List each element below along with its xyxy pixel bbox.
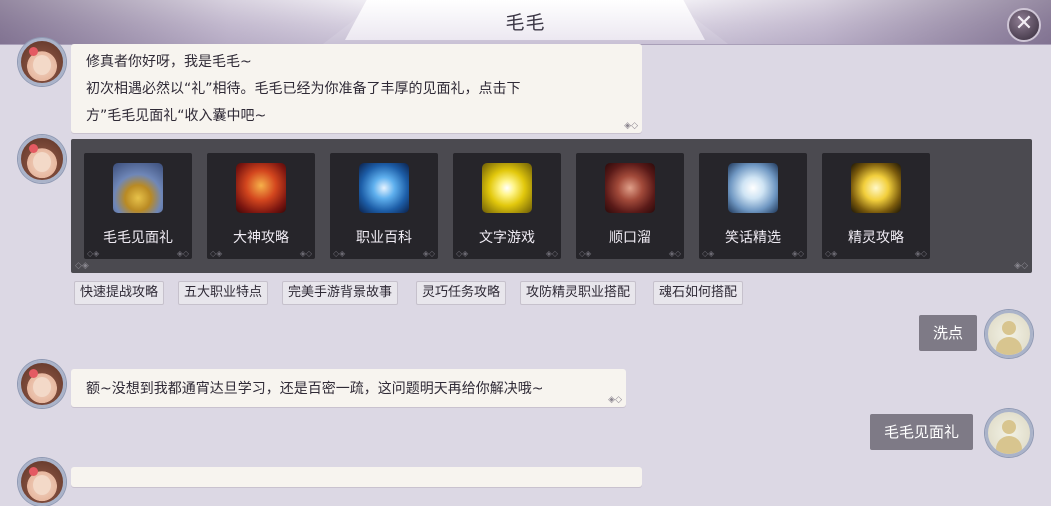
quick-chip[interactable]: 五大职业特点 — [178, 281, 269, 305]
greeting-line-1: 修真者你好呀，我是毛毛~ — [86, 54, 252, 70]
reply-text: 额~没想到我都通宵达旦学习，还是百密一疏，这问题明天再给你解决哦~ — [86, 381, 544, 397]
dialog-header: 毛毛 — [0, 0, 1051, 45]
blue-wing-icon — [359, 163, 409, 213]
tile-label: 职业百科 — [356, 230, 412, 246]
user-message-bubble: 毛毛见面礼 — [870, 414, 974, 450]
greeting-line-3: 方”毛毛见面礼“收入囊中吧~ — [86, 108, 267, 124]
npc-reply-bubble: 额~没想到我都通宵达旦学习，还是百密一疏，这问题明天再给你解决哦~ ◈◇ — [71, 369, 626, 407]
greeting-line-2: 初次相遇必然以“礼”相待。毛毛已经为你准备了丰厚的见面礼，点击下 — [86, 81, 521, 97]
user-avatar — [985, 409, 1033, 457]
npc-avatar — [18, 135, 66, 183]
tile-master-guide[interactable]: 大神攻略 ◇◈ ◈◇ — [207, 153, 315, 259]
user-message-bubble: 洗点 — [919, 315, 978, 351]
white-phoenix-icon — [728, 163, 778, 213]
quick-chip[interactable]: 灵巧任务攻略 — [416, 281, 507, 305]
tile-class-wiki[interactable]: 职业百科 ◇◈ ◈◇ — [330, 153, 438, 259]
tile-label: 顺口溜 — [609, 230, 651, 246]
bubble-corner-ornament: ◈◇ — [624, 121, 638, 131]
dialog-title: 毛毛 — [505, 12, 546, 34]
tile-spirit-guide[interactable]: 精灵攻略 ◇◈ ◈◇ — [822, 153, 930, 259]
npc-avatar — [18, 38, 66, 86]
tile-label: 笑话精选 — [725, 230, 781, 246]
tile-label: 毛毛见面礼 — [103, 230, 173, 246]
tile-label: 文字游戏 — [479, 230, 535, 246]
tile-rhymes[interactable]: 顺口溜 ◇◈ ◈◇ — [576, 153, 684, 259]
bubble-corner-ornament: ◈◇ — [608, 395, 622, 405]
npc-partial-bubble — [71, 467, 642, 487]
golden-spirit-icon — [851, 163, 901, 213]
close-button[interactable]: ✕ — [1007, 8, 1041, 42]
quick-chip[interactable]: 快速提战攻略 — [74, 281, 165, 305]
tile-welcome-gift[interactable]: 毛毛见面礼 ◇◈ ◈◇ — [84, 153, 192, 259]
fire-figure-icon — [236, 163, 286, 213]
quick-chip[interactable]: 攻防精灵职业搭配 — [520, 281, 637, 305]
quick-chip[interactable]: 完美手游背景故事 — [282, 281, 399, 305]
npc-avatar — [18, 458, 66, 506]
warrior-icon — [605, 163, 655, 213]
user-avatar — [985, 310, 1033, 358]
npc-avatar — [18, 360, 66, 408]
npc-greeting-bubble: 修真者你好呀，我是毛毛~ 初次相遇必然以“礼”相待。毛毛已经为你准备了丰厚的见面… — [71, 44, 642, 133]
tile-word-game[interactable]: 文字游戏 ◇◈ ◈◇ — [453, 153, 561, 259]
golden-burst-icon — [482, 163, 532, 213]
tile-label: 精灵攻略 — [848, 230, 904, 246]
tile-label: 大神攻略 — [233, 230, 289, 246]
close-icon: ✕ — [1014, 11, 1034, 36]
tile-jokes[interactable]: 笑话精选 ◇◈ ◈◇ — [699, 153, 807, 259]
menu-panel: ◇◈ ◈◇ 毛毛见面礼 ◇◈ ◈◇ 大神攻略 ◇◈ ◈◇ 职业百科 ◇◈ ◈◇ … — [71, 139, 1032, 273]
quick-chip[interactable]: 魂石如何搭配 — [653, 281, 744, 305]
treasure-chest-icon — [113, 163, 163, 213]
